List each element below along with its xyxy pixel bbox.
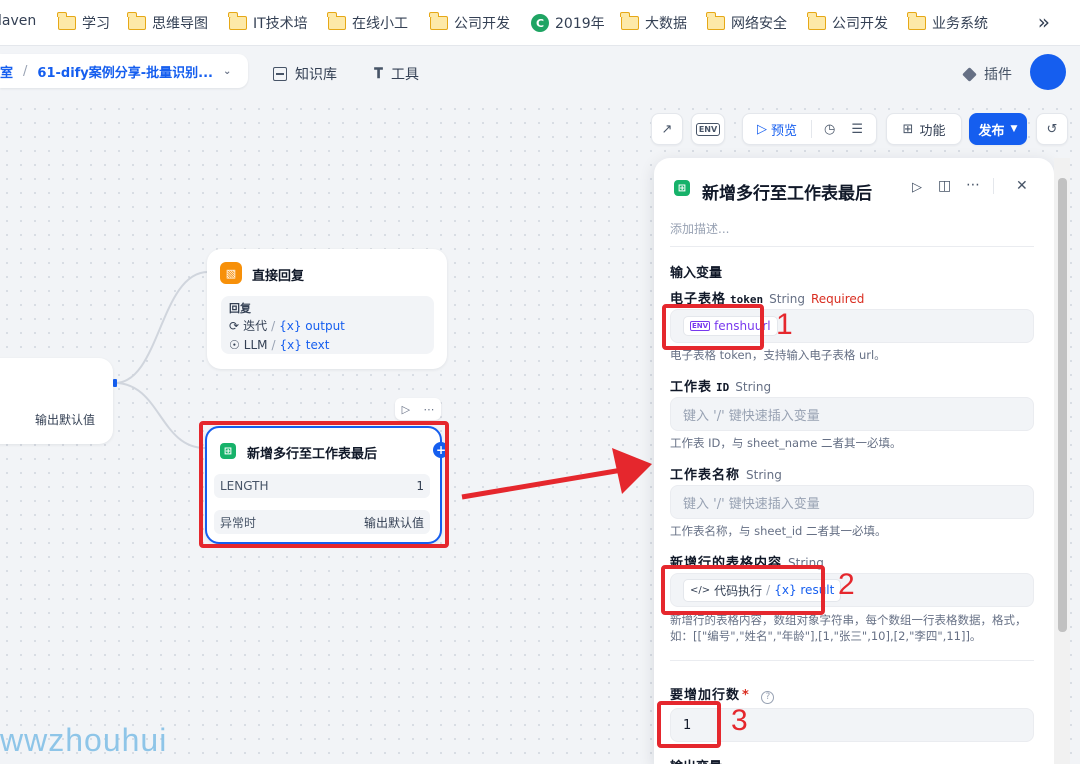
run-step-icon[interactable]: ▷	[912, 180, 922, 195]
sheet-icon: ⊞	[674, 180, 690, 196]
sheet-name-input[interactable]: 键入 '/' 键快速插入变量	[670, 485, 1034, 519]
env-icon: ENV	[695, 122, 721, 136]
node-config-panel: ⊞ 新增多行至工作表最后 ▷ ◫ ⋯ ✕ 添加描述... 输入变量 电子表格 to…	[654, 158, 1054, 764]
grid-icon: ⊞	[902, 121, 914, 137]
panel-title[interactable]: 新增多行至工作表最后	[702, 179, 872, 204]
panel-scrollbar[interactable]	[1054, 158, 1070, 764]
checklist-icon[interactable]: ☰	[851, 122, 863, 137]
history-icon: ↺	[1046, 121, 1058, 137]
section-input-variables: 输入变量	[670, 266, 723, 281]
field-help: 如：[["编号","姓名","年龄"],[1,"张三",10],[2,"李四",…	[670, 629, 982, 643]
more-icon[interactable]: ⋯	[423, 403, 434, 416]
run-toolbar-group: ▷ 预览 ◷ ☰	[742, 113, 877, 145]
history-run-icon[interactable]: ◷	[824, 122, 835, 137]
variable-ref: ⟳ 迭代 / {x} output	[229, 318, 345, 334]
node-title: 直接回复	[252, 269, 305, 284]
divider	[993, 178, 994, 194]
edge-to-reply	[114, 271, 209, 384]
share-icon: ↗	[661, 121, 673, 137]
divider	[670, 246, 1034, 247]
iteration-icon: ⟳	[229, 318, 240, 333]
annotation-box	[661, 565, 825, 615]
divider	[670, 660, 1034, 661]
description-input[interactable]: 添加描述...	[670, 220, 729, 237]
edge-to-addrows	[114, 382, 206, 449]
llm-icon: ☉	[229, 337, 240, 352]
sheet-id-input[interactable]: 键入 '/' 键快速插入变量	[670, 397, 1034, 431]
field-help: 工作表 ID，与 sheet_name 二者其一必填。	[670, 436, 902, 450]
variable-ref: ☉ LLM / {x} text	[229, 337, 330, 352]
env-button[interactable]: ENV	[691, 113, 725, 145]
annotation-box	[199, 421, 449, 548]
row-count-input[interactable]: 1	[670, 708, 1034, 742]
split-view-icon[interactable]: ◫	[938, 178, 951, 194]
watermark: wwzhouhui	[0, 722, 168, 758]
field-label: 工作表名称 String	[670, 468, 782, 483]
annotation-number: 1	[776, 308, 793, 341]
annotation-box	[657, 701, 721, 748]
annotation-arrowhead	[612, 448, 652, 494]
play-icon: ▷	[757, 121, 767, 137]
annotation-number: 3	[731, 704, 748, 737]
preview-button[interactable]: ▷ 预览	[757, 120, 797, 139]
more-icon[interactable]: ⋯	[966, 177, 980, 193]
field-label: 工作表 ID String	[670, 380, 772, 395]
scrollbar-thumb[interactable]	[1058, 178, 1067, 632]
node-hover-actions: ▷ ⋯	[395, 398, 441, 420]
field-help: 工作表名称，与 sheet_id 二者其一必填。	[670, 524, 887, 538]
annotation-number: 2	[838, 568, 855, 601]
node-partial-value: 输出默认值	[35, 413, 96, 427]
publish-button[interactable]: 发布 ▼	[969, 113, 1027, 145]
divider	[811, 120, 813, 138]
reply-icon: ▧	[220, 262, 242, 284]
annotation-box	[662, 304, 764, 350]
reply-content: 回复 ⟳ 迭代 / {x} output ☉ LLM / {x} text	[221, 296, 434, 354]
help-icon[interactable]: ?	[761, 690, 775, 704]
share-button[interactable]: ↗	[651, 113, 683, 145]
section-output-variables: 输出变量	[670, 756, 722, 764]
chevron-down-icon: ▼	[1010, 124, 1018, 134]
node-partial[interactable]: 输出默认值	[0, 358, 113, 444]
features-button[interactable]: ⊞ 功能	[886, 113, 962, 145]
close-icon[interactable]: ✕	[1016, 178, 1028, 194]
annotation-arrow	[461, 467, 623, 500]
version-history-button[interactable]: ↺	[1036, 113, 1068, 145]
reply-label: 回复	[229, 302, 251, 315]
run-node-icon[interactable]: ▷	[402, 403, 410, 416]
edge-handle	[113, 379, 117, 387]
node-direct-reply[interactable]: ▧ 直接回复 回复 ⟳ 迭代 / {x} output ☉ LLM / {x} …	[207, 249, 447, 369]
